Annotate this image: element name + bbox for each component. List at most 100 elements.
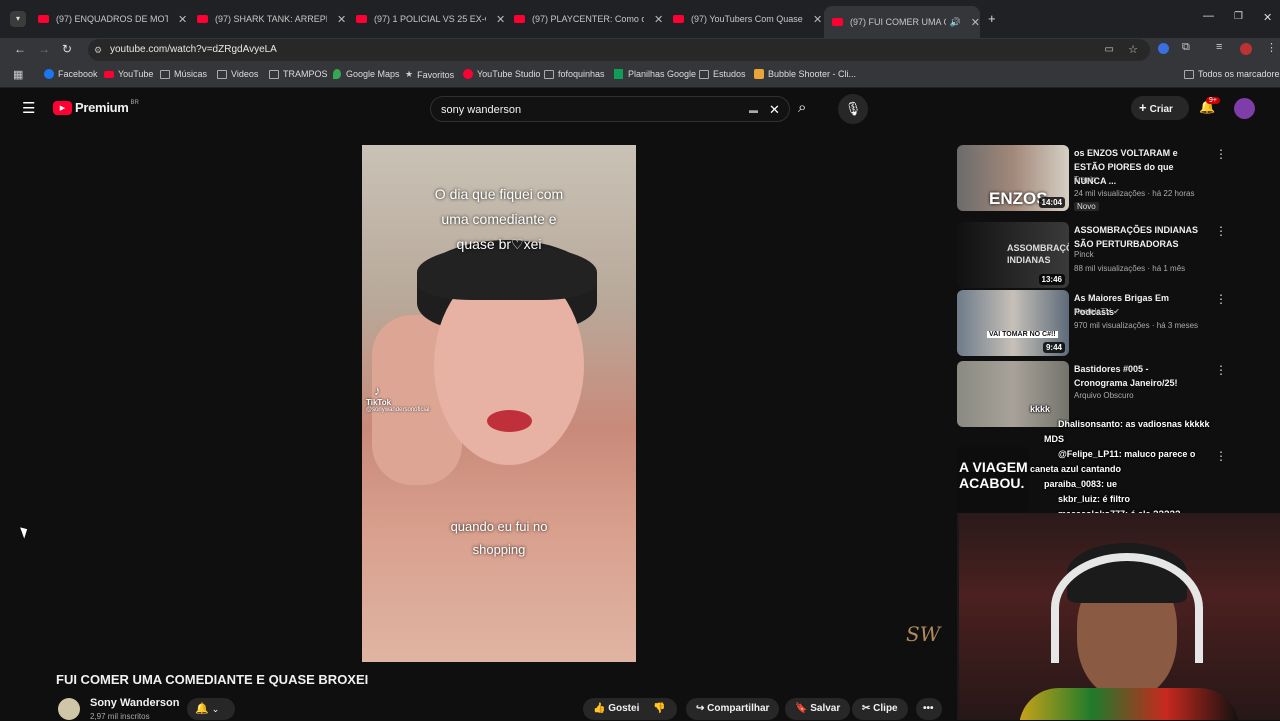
video-player[interactable]: O dia que fiquei com uma comediante e qu… bbox=[362, 145, 636, 662]
bookmark-folder[interactable]: Estudos bbox=[699, 69, 746, 79]
close-tab-icon[interactable]: ✕ bbox=[813, 13, 822, 26]
close-tab-icon[interactable]: ✕ bbox=[178, 13, 187, 26]
search-input[interactable]: sony wanderson ▬ ✕ bbox=[430, 96, 790, 122]
cast-icon[interactable]: ▭ bbox=[1105, 39, 1114, 61]
duration-badge: 14:04 bbox=[1038, 197, 1065, 208]
recommended-video[interactable]: ENZOS 14:04 os ENZOS VOLTARAM e ESTÃO PI… bbox=[957, 145, 1227, 211]
notification-count-badge: 9+ bbox=[1206, 97, 1220, 104]
browser-tab[interactable]: (97) ENQUADROS DE MOTO (E✕ bbox=[38, 8, 187, 30]
youtube-logo[interactable]: ▶ Premium BR bbox=[53, 100, 139, 115]
more-options-icon[interactable]: ⋮ bbox=[1215, 363, 1227, 377]
subscribe-bell-button[interactable]: 🔔 ⌄ bbox=[187, 698, 235, 720]
bookmark-star-icon[interactable]: ☆ bbox=[1128, 39, 1138, 61]
extensions-puzzle-icon[interactable]: ⧉ bbox=[1182, 41, 1190, 54]
close-window-button[interactable]: ✕ bbox=[1263, 11, 1272, 24]
new-tab-button[interactable]: + bbox=[988, 11, 996, 26]
folder-icon bbox=[1184, 69, 1194, 79]
streamer-webcam-overlay bbox=[957, 513, 1280, 720]
recommended-video[interactable]: ASSOMBRAÇÕES INDIANAS 13:46 ASSOMBRAÇÕES… bbox=[957, 222, 1227, 288]
folder-icon bbox=[217, 69, 227, 79]
search-icon[interactable]: ⌕ bbox=[798, 99, 806, 116]
video-caption-bottom: quando eu fui no shopping bbox=[450, 519, 548, 557]
bookmark-folder[interactable]: TRAMPOS bbox=[269, 69, 328, 79]
bookmark-item[interactable]: ★ Favoritos bbox=[405, 69, 454, 80]
back-icon[interactable]: ← bbox=[14, 42, 26, 56]
clip-button[interactable]: ✂ Clipe bbox=[852, 698, 908, 720]
reload-icon[interactable]: ↻ bbox=[62, 42, 72, 56]
video-thumbnail[interactable]: A VIAGEM ACABOU. bbox=[957, 447, 1029, 513]
minimize-button[interactable]: — bbox=[1203, 10, 1214, 22]
browser-tab[interactable]: (97) PLAYCENTER: Como o Mai✕ bbox=[514, 8, 663, 30]
browser-tab[interactable]: (97) 1 POLICIAL VS 25 EX-CRIM✕ bbox=[356, 8, 505, 30]
hamburger-menu-icon[interactable]: ☰ bbox=[22, 99, 35, 117]
youtube-favicon-icon bbox=[197, 15, 208, 23]
close-tab-icon[interactable]: ✕ bbox=[971, 16, 980, 29]
dislike-icon[interactable]: 👎 bbox=[653, 698, 665, 720]
bookmark-folder[interactable]: fofoquinhas bbox=[544, 69, 605, 79]
more-actions-button[interactable]: ••• bbox=[916, 698, 942, 720]
create-button[interactable]: + Criar bbox=[1131, 96, 1189, 120]
bookmark-folder[interactable]: Videos bbox=[217, 69, 258, 79]
new-badge: Novo bbox=[1074, 202, 1099, 211]
bell-icon: 🔔 bbox=[195, 703, 209, 715]
duration-badge: 13:46 bbox=[1038, 274, 1065, 285]
site-info-icon[interactable]: ⚙ bbox=[94, 39, 102, 61]
maps-pin-icon bbox=[333, 69, 341, 79]
bookmark-item[interactable]: YouTube Studio bbox=[463, 69, 540, 79]
maximize-button[interactable]: ❐ bbox=[1234, 11, 1243, 22]
stream-chat-overlay: kkkk Dhalisonsanto: as vadiosnas kkkkk M… bbox=[1030, 404, 1210, 519]
save-button[interactable]: 🔖 Salvar bbox=[785, 698, 851, 720]
tiktok-watermark: ♪ TikTok @sonywandersonoficial bbox=[366, 383, 430, 413]
tab-list-button[interactable]: ▾ bbox=[10, 11, 26, 27]
share-button[interactable]: ↪ Compartilhar bbox=[686, 698, 780, 720]
bookmark-item[interactable]: Bubble Shooter - Cli... bbox=[754, 69, 856, 79]
webcam-shirt-shape bbox=[1019, 688, 1239, 720]
facebook-icon bbox=[44, 69, 54, 79]
browser-tab[interactable]: (97) SHARK TANK: ARREPENDI✕ bbox=[197, 8, 346, 30]
close-tab-icon[interactable]: ✕ bbox=[654, 13, 663, 26]
scissors-icon: ✂ bbox=[862, 703, 871, 714]
channel-name[interactable]: Sony Wanderson bbox=[90, 697, 179, 709]
folder-icon bbox=[269, 69, 279, 79]
video-thumbnail[interactable]: ENZOS 14:04 bbox=[957, 145, 1069, 211]
video-thumbnail[interactable]: ASSOMBRAÇÕES INDIANAS 13:46 bbox=[957, 222, 1069, 288]
video-thumbnail[interactable]: VAI TOMAR NO C#!! 9:44 bbox=[957, 290, 1069, 356]
more-options-icon[interactable]: ⋮ bbox=[1215, 224, 1227, 238]
url-field[interactable]: ⚙ youtube.com/watch?v=dZRgdAvyeLA ▭ ☆ bbox=[88, 39, 1150, 61]
bookmark-item[interactable]: Google Maps bbox=[333, 69, 400, 79]
folder-icon bbox=[699, 69, 709, 79]
keyboard-icon[interactable]: ▬ bbox=[749, 97, 758, 123]
bookmark-item[interactable]: YouTube bbox=[104, 69, 153, 79]
more-options-icon[interactable]: ⋮ bbox=[1215, 292, 1227, 306]
browser-tab-active[interactable]: (97) FUI COMER UMA COM🔊✕ bbox=[824, 6, 980, 38]
bookmark-folder[interactable]: Músicas bbox=[160, 69, 207, 79]
close-tab-icon[interactable]: ✕ bbox=[496, 13, 505, 26]
microphone-icon[interactable]: 🎙 bbox=[838, 94, 868, 124]
chevron-down-icon: ⌄ bbox=[211, 704, 220, 714]
clear-search-icon[interactable]: ✕ bbox=[769, 97, 780, 123]
bookmarks-bar: ▦ Facebook YouTube Músicas Videos TRAMPO… bbox=[0, 62, 1280, 88]
forward-icon[interactable]: → bbox=[38, 42, 50, 56]
all-bookmarks-folder[interactable]: Todos os marcadores bbox=[1184, 69, 1280, 79]
media-control-icon[interactable]: ≡ bbox=[1216, 41, 1222, 53]
youtube-studio-icon bbox=[463, 69, 473, 79]
recommended-video[interactable]: VAI TOMAR NO C#!! 9:44 As Maiores Brigas… bbox=[957, 290, 1227, 356]
bookmark-item[interactable]: Facebook bbox=[44, 69, 98, 79]
extension-icon[interactable] bbox=[1158, 43, 1169, 54]
more-options-icon[interactable]: ⋮ bbox=[1215, 147, 1227, 161]
profile-avatar-icon[interactable] bbox=[1240, 43, 1252, 55]
apps-grid-icon[interactable]: ▦ bbox=[13, 68, 23, 81]
like-button[interactable]: 👍 Gostei 👎 bbox=[583, 698, 677, 720]
speaker-icon[interactable]: 🔊 bbox=[950, 17, 961, 28]
youtube-favicon-icon bbox=[514, 15, 525, 23]
account-avatar[interactable] bbox=[1234, 98, 1255, 119]
browser-tab[interactable]: (97) YouTubers Com Quase Zer✕ bbox=[673, 8, 822, 30]
thumbs-up-icon: 👍 bbox=[593, 703, 606, 714]
channel-avatar[interactable] bbox=[58, 698, 80, 720]
video-title: FUI COMER UMA COMEDIANTE E QUASE BROXEI bbox=[56, 672, 369, 687]
duration-badge: 9:44 bbox=[1042, 342, 1065, 353]
mouse-cursor-icon bbox=[20, 525, 30, 539]
browser-menu-icon[interactable]: ⋮ bbox=[1266, 41, 1277, 54]
bookmark-item[interactable]: Planilhas Google bbox=[614, 69, 696, 79]
close-tab-icon[interactable]: ✕ bbox=[337, 13, 346, 26]
